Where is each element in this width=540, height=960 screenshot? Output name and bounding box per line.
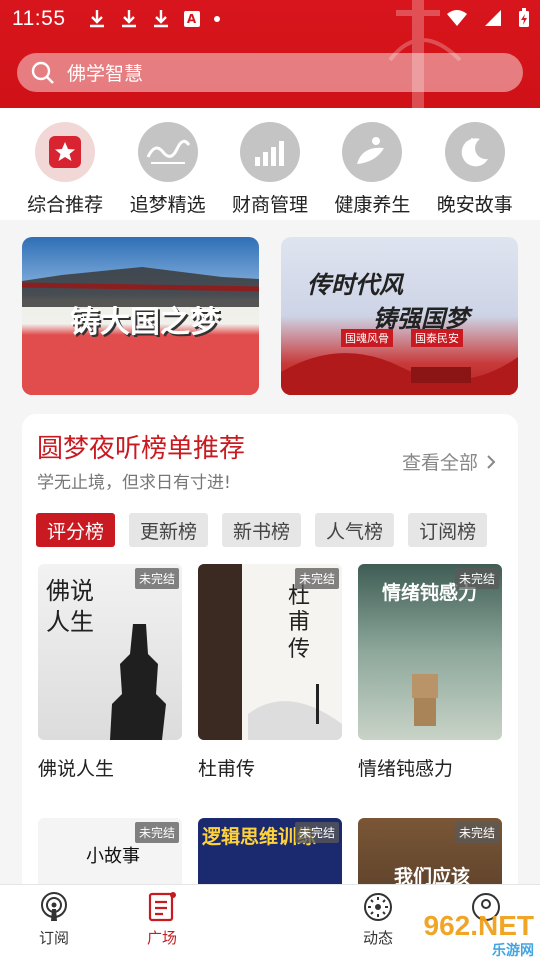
category-bedtime[interactable]: 晚安故事 bbox=[427, 108, 523, 220]
book-cover: 佛说人生 未完结 bbox=[38, 564, 182, 740]
book-cover: 杜甫传 未完结 bbox=[198, 564, 342, 740]
podcast-icon bbox=[41, 892, 67, 921]
book-card[interactable]: 杜甫传 未完结 杜甫传 bbox=[198, 564, 342, 781]
rank-panel: 圆梦夜听榜单推荐 学无止境，但求日有寸进! 查看全部 评分榜 更新榜 新书榜 人… bbox=[22, 414, 518, 884]
status-badge: 未完结 bbox=[294, 822, 339, 843]
pagoda-image bbox=[110, 624, 166, 740]
download-icon bbox=[153, 10, 168, 28]
list-icon bbox=[148, 892, 176, 922]
book-cover: 小故事 未完结 bbox=[38, 818, 182, 884]
moon-icon bbox=[461, 138, 488, 167]
search-bar[interactable]: 佛学智慧 bbox=[17, 53, 523, 92]
nav-label: 动态 bbox=[362, 929, 393, 947]
cover-title: 小故事 bbox=[86, 846, 140, 867]
book-name: 佛说人生 bbox=[38, 758, 115, 780]
download-icon bbox=[121, 10, 136, 28]
view-all-label: 查看全部 bbox=[401, 452, 478, 474]
status-bar: 11:55 A bbox=[0, 0, 540, 38]
category-label: 财商管理 bbox=[231, 194, 308, 216]
tab-subscribed[interactable]: 订阅榜 bbox=[408, 513, 488, 547]
category-label: 追梦精选 bbox=[129, 194, 206, 216]
status-badge: 未完结 bbox=[454, 568, 499, 589]
book-name: 杜甫传 bbox=[198, 758, 256, 780]
download-icon bbox=[89, 10, 104, 28]
signal-icon bbox=[485, 10, 501, 26]
view-all-link[interactable]: 查看全部 bbox=[402, 448, 496, 475]
star-icon bbox=[49, 136, 82, 168]
banner-tag: 国泰民安 bbox=[411, 329, 463, 347]
tab-popular[interactable]: 人气榜 bbox=[315, 513, 395, 547]
bar-chart-icon bbox=[254, 141, 284, 166]
nav-square[interactable]: 广场 bbox=[127, 891, 197, 948]
book-card[interactable]: 逻辑思维训练 未完结 bbox=[198, 818, 342, 884]
robot-figure-image bbox=[412, 674, 438, 726]
book-card[interactable]: 佛说人生 未完结 佛说人生 bbox=[38, 564, 182, 781]
banner-tag: 国魂风骨 bbox=[341, 329, 393, 347]
category-dream[interactable]: 追梦精选 bbox=[120, 108, 216, 220]
wifi-icon bbox=[447, 10, 467, 26]
battery-icon bbox=[519, 8, 529, 27]
status-time: 11:55 bbox=[12, 7, 66, 30]
status-badge: 未完结 bbox=[294, 568, 339, 589]
banner-title: 铸大国之梦 bbox=[70, 305, 220, 340]
search-icon bbox=[31, 61, 54, 84]
watermark: 962.NET 乐游网 bbox=[424, 910, 535, 960]
dynamic-icon bbox=[364, 893, 392, 921]
dream-logo-icon bbox=[146, 139, 190, 164]
watermark-main: 962.NET bbox=[423, 910, 535, 941]
rank-title: 圆梦夜听榜单推荐 bbox=[37, 434, 246, 464]
book-card[interactable]: 我们应该 未完结 bbox=[358, 818, 502, 884]
category-recommend[interactable]: 综合推荐 bbox=[17, 108, 113, 220]
tab-updated[interactable]: 更新榜 bbox=[129, 513, 209, 547]
book-cover: 逻辑思维训练 未完结 bbox=[198, 818, 342, 884]
nav-subscribe[interactable]: 订阅 bbox=[19, 891, 89, 948]
book-name: 情绪钝感力 bbox=[358, 758, 454, 780]
book-spine-image bbox=[198, 564, 342, 740]
tab-new[interactable]: 新书榜 bbox=[222, 513, 302, 547]
nav-label: 广场 bbox=[146, 929, 177, 947]
watermark-sub: 乐游网 bbox=[492, 942, 534, 958]
category-label: 健康养生 bbox=[334, 194, 411, 216]
banner-dream-nation[interactable]: 铸大国之梦 bbox=[22, 237, 259, 395]
nav-dynamic[interactable]: 动态 bbox=[343, 891, 413, 948]
rank-subtitle: 学无止境，但求日有寸进! bbox=[37, 473, 231, 493]
font-icon: A bbox=[183, 11, 200, 27]
category-label: 综合推荐 bbox=[27, 194, 104, 216]
category-health[interactable]: 健康养生 bbox=[324, 108, 420, 220]
status-badge: 未完结 bbox=[134, 568, 179, 589]
rank-tabs: 评分榜 更新榜 新书榜 人气榜 订阅榜 bbox=[36, 513, 488, 547]
chevron-right-icon bbox=[487, 454, 496, 469]
banner-line1: 传时代风 bbox=[307, 270, 403, 299]
book-cover: 情绪钝感力 未完结 bbox=[358, 564, 502, 740]
category-finance[interactable]: 财商管理 bbox=[222, 108, 318, 220]
category-row: 综合推荐 追梦精选 财商管理 健康养生 晚安故事 bbox=[0, 108, 540, 220]
book-card[interactable]: 情绪钝感力 未完结 情绪钝感力 bbox=[358, 564, 502, 781]
banner-era-wind[interactable]: 传时代风 铸强国梦 国魂风骨 国泰民安 bbox=[281, 237, 518, 395]
cover-title: 杜甫传 bbox=[288, 584, 311, 662]
status-badge: 未完结 bbox=[134, 822, 179, 843]
status-badge: 未完结 bbox=[454, 822, 499, 843]
notification-dot-icon bbox=[213, 16, 220, 22]
tab-rating[interactable]: 评分榜 bbox=[36, 513, 116, 547]
nav-label: 订阅 bbox=[38, 929, 69, 947]
category-label: 晚安故事 bbox=[436, 194, 513, 216]
search-input[interactable]: 佛学智慧 bbox=[67, 59, 143, 86]
leaf-person-icon bbox=[357, 137, 385, 164]
cover-title: 我们应该 bbox=[394, 866, 471, 884]
book-cover: 我们应该 未完结 bbox=[358, 818, 502, 884]
book-card[interactable]: 小故事 未完结 bbox=[38, 818, 182, 884]
